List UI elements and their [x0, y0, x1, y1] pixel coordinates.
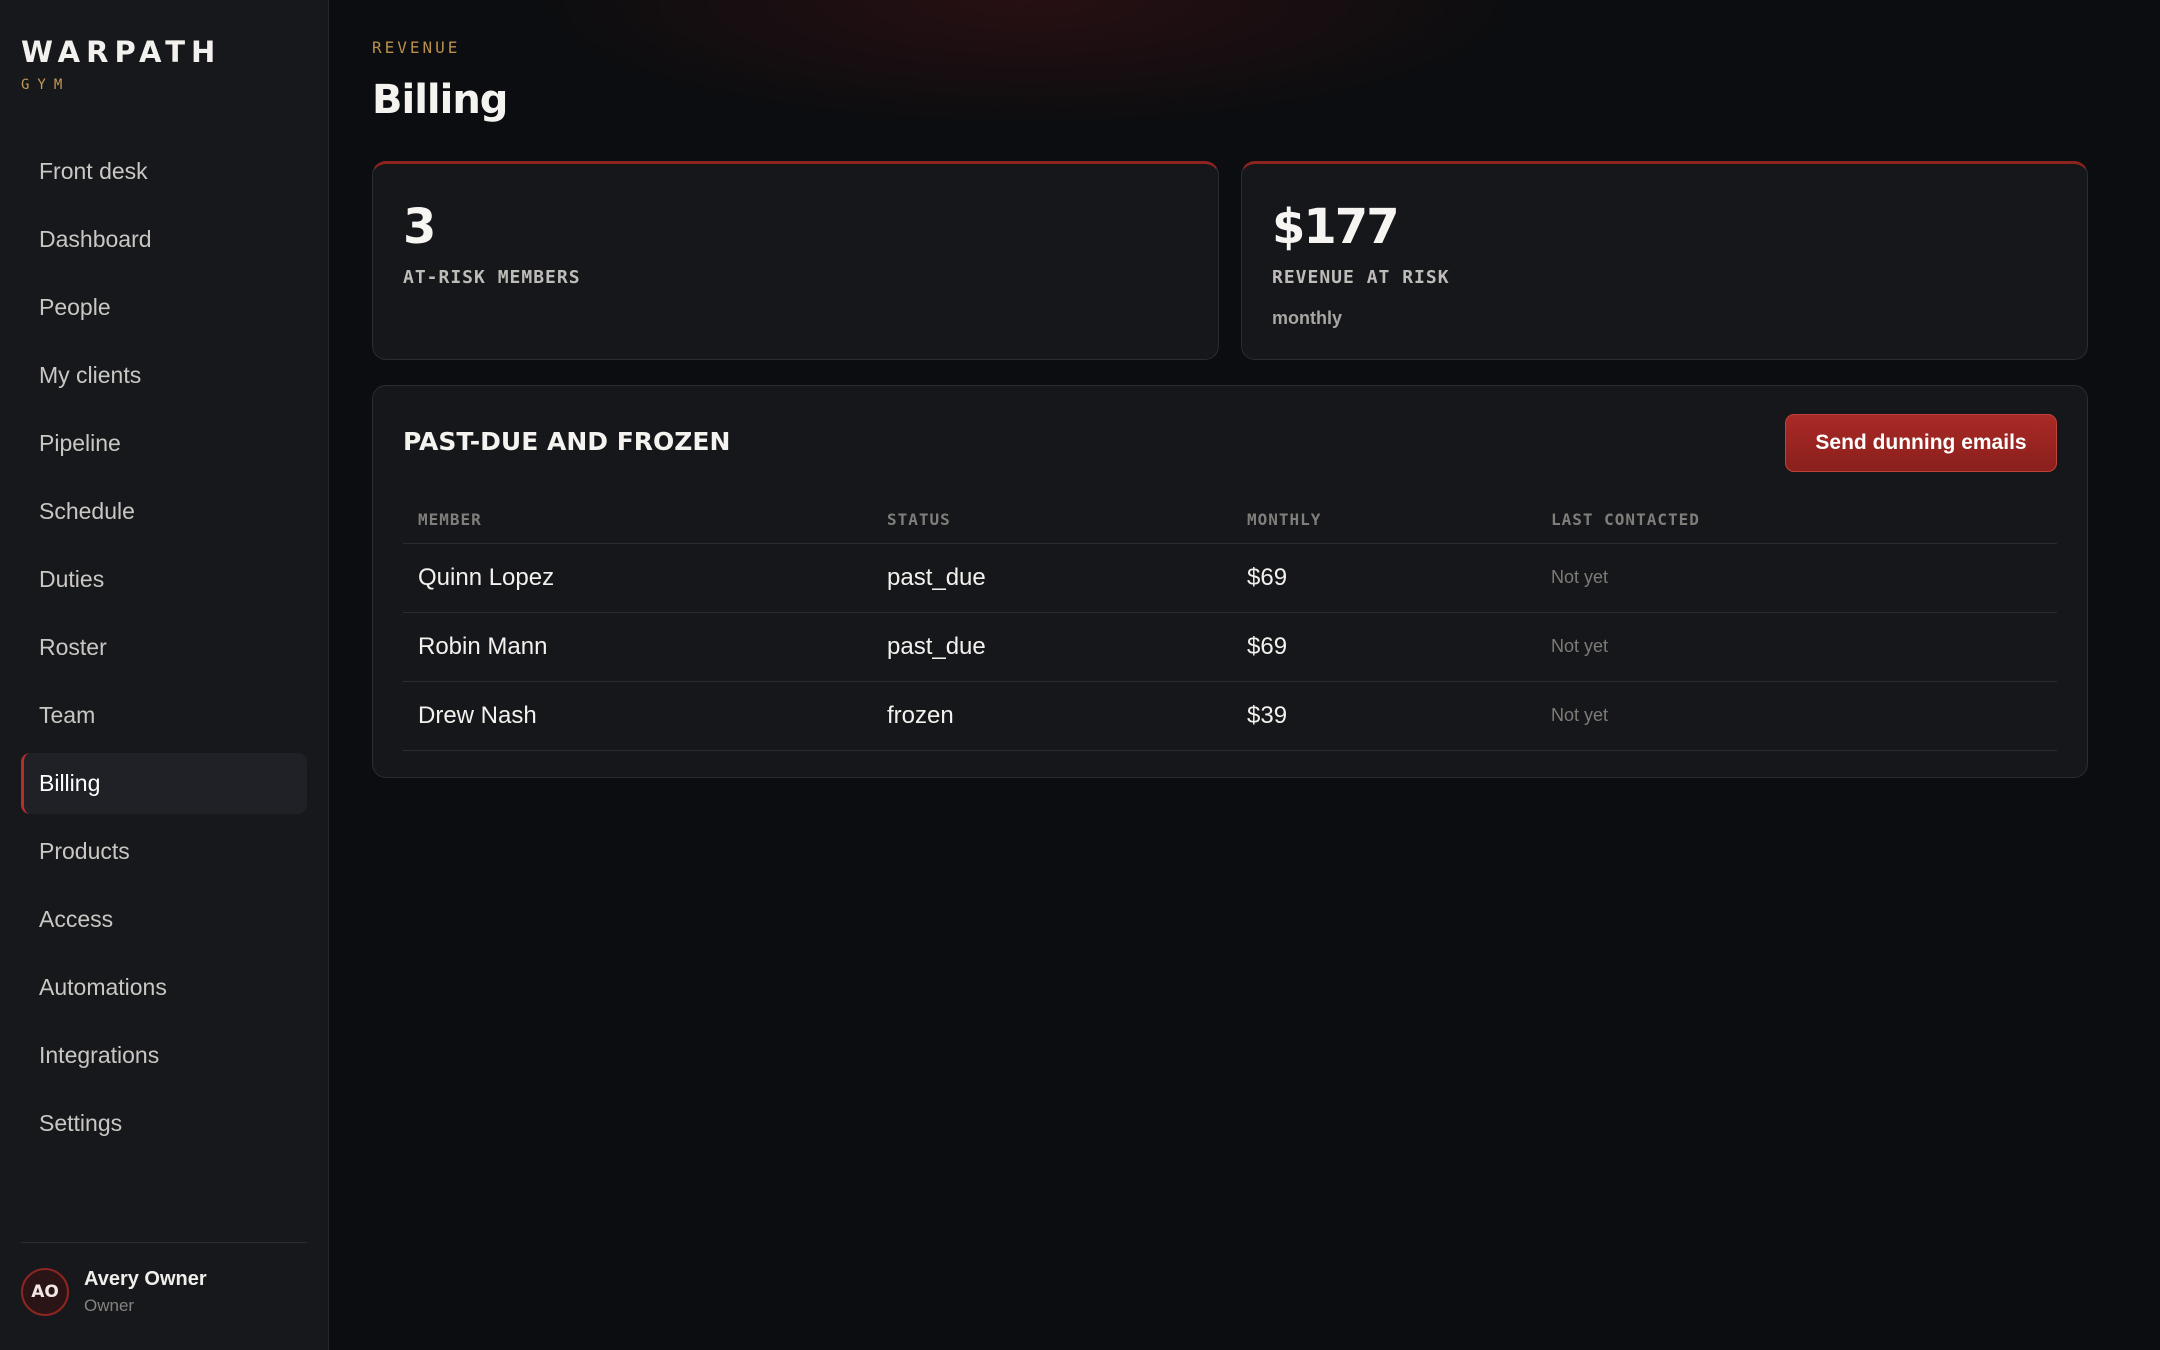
column-header-last-contacted: LAST CONTACTED [1536, 496, 2057, 544]
member-status: past_due [872, 612, 1232, 682]
past-due-panel: PAST-DUE AND FROZEN Send dunning emails … [372, 385, 2088, 778]
sidebar-divider [21, 1242, 307, 1243]
member-last-contacted: Not yet [1536, 543, 2057, 613]
brand-subtitle: GYM [21, 77, 71, 93]
sidebar: WARPATH GYM Front desk Dashboard People … [0, 0, 329, 1350]
member-name: Drew Nash [403, 681, 872, 751]
column-header-status: STATUS [872, 496, 1232, 544]
column-header-monthly: MONTHLY [1232, 496, 1536, 544]
stat-label: REVENUE AT RISK [1272, 267, 1450, 288]
stat-value: 3 [403, 199, 436, 255]
page-eyebrow: REVENUE [372, 38, 461, 57]
brand-logo[interactable]: WARPATH GYM [21, 34, 221, 94]
sidebar-item-people[interactable]: People [21, 277, 307, 338]
stat-card-revenue-at-risk: $177 REVENUE AT RISK monthly [1241, 161, 2088, 360]
members-table: MEMBER STATUS MONTHLY LAST CONTACTED Qui… [403, 496, 2057, 751]
sidebar-item-dashboard[interactable]: Dashboard [21, 209, 307, 270]
stat-card-at-risk-members: 3 AT-RISK MEMBERS [372, 161, 1219, 360]
member-name: Quinn Lopez [403, 543, 872, 613]
sidebar-nav: Front desk Dashboard People My clients P… [21, 141, 307, 1161]
sidebar-item-my-clients[interactable]: My clients [21, 345, 307, 406]
sidebar-item-schedule[interactable]: Schedule [21, 481, 307, 542]
sidebar-item-automations[interactable]: Automations [21, 957, 307, 1018]
sidebar-item-front-desk[interactable]: Front desk [21, 141, 307, 202]
user-info: Avery Owner Owner [84, 1267, 207, 1317]
user-profile[interactable]: AO Avery Owner Owner [21, 1267, 207, 1317]
member-last-contacted: Not yet [1536, 612, 2057, 682]
page-title: Billing [372, 77, 508, 123]
user-name: Avery Owner [84, 1268, 207, 1290]
sidebar-item-settings[interactable]: Settings [21, 1093, 307, 1154]
member-last-contacted: Not yet [1536, 681, 2057, 751]
stat-subtext: monthly [1272, 308, 1342, 328]
sidebar-item-roster[interactable]: Roster [21, 617, 307, 678]
brand-name: WARPATH [21, 35, 222, 69]
stat-label: AT-RISK MEMBERS [403, 267, 581, 288]
sidebar-item-team[interactable]: Team [21, 685, 307, 746]
member-monthly: $39 [1232, 681, 1536, 751]
member-status: past_due [872, 543, 1232, 613]
sidebar-item-duties[interactable]: Duties [21, 549, 307, 610]
stat-value: $177 [1272, 199, 1400, 255]
main-content: REVENUE Billing 3 AT-RISK MEMBERS $177 R… [329, 0, 2160, 1350]
table-row[interactable]: Drew Nash frozen $39 Not yet [403, 681, 2057, 751]
sidebar-item-billing[interactable]: Billing [21, 753, 307, 814]
sidebar-item-access[interactable]: Access [21, 889, 307, 950]
table-row[interactable]: Robin Mann past_due $69 Not yet [403, 612, 2057, 682]
sidebar-item-integrations[interactable]: Integrations [21, 1025, 307, 1086]
member-monthly: $69 [1232, 543, 1536, 613]
column-header-member: MEMBER [403, 496, 872, 544]
member-name: Robin Mann [403, 612, 872, 682]
table-header-row: MEMBER STATUS MONTHLY LAST CONTACTED [403, 496, 2057, 544]
user-role: Owner [84, 1296, 135, 1315]
send-dunning-emails-button[interactable]: Send dunning emails [1785, 414, 2057, 472]
table-row[interactable]: Quinn Lopez past_due $69 Not yet [403, 543, 2057, 613]
section-title: PAST-DUE AND FROZEN [403, 427, 731, 456]
member-monthly: $69 [1232, 612, 1536, 682]
sidebar-item-products[interactable]: Products [21, 821, 307, 882]
app: WARPATH GYM Front desk Dashboard People … [0, 0, 2160, 1350]
avatar: AO [21, 1268, 69, 1316]
member-status: frozen [872, 681, 1232, 751]
sidebar-item-pipeline[interactable]: Pipeline [21, 413, 307, 474]
